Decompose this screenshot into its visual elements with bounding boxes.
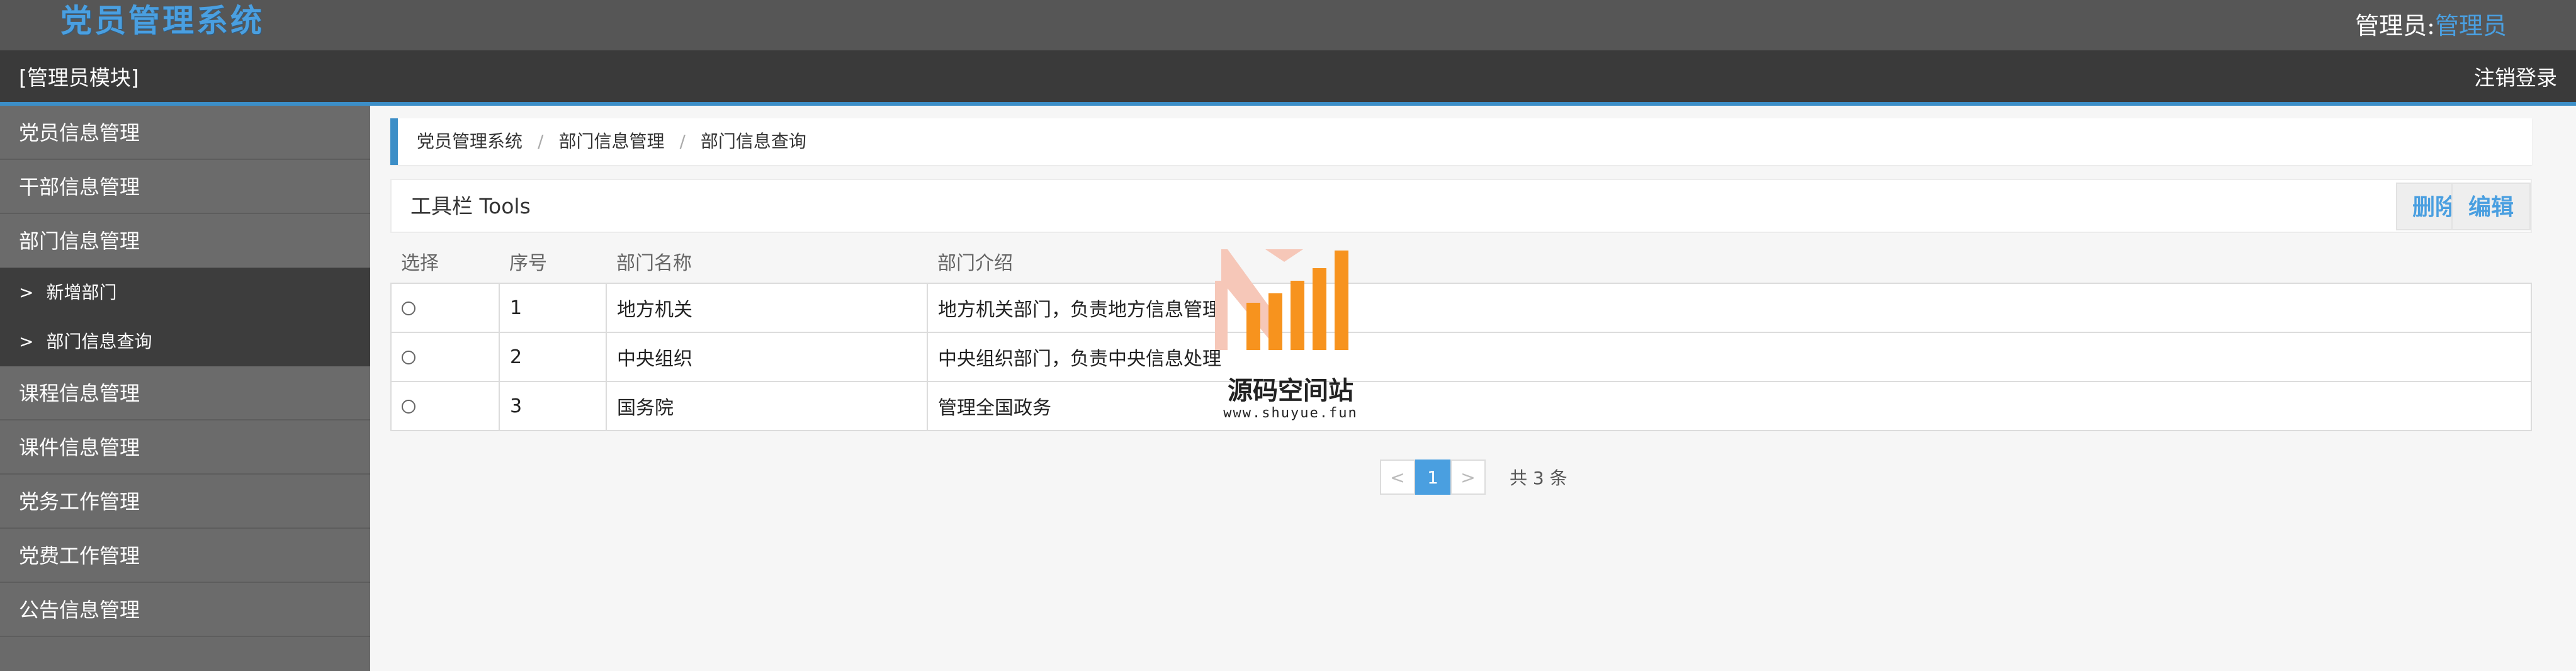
sidebar-item-announcement[interactable]: 公告信息管理 bbox=[0, 583, 370, 637]
app-title: 党员管理系统 bbox=[60, 2, 264, 39]
breadcrumb-item-current: 部门信息查询 bbox=[700, 131, 806, 152]
header-select: 选择 bbox=[391, 239, 499, 283]
admin-label: 管理员: bbox=[2355, 12, 2435, 40]
breadcrumb-item-department[interactable]: 部门信息管理 bbox=[558, 131, 664, 152]
edit-button[interactable]: 编辑 bbox=[2451, 183, 2531, 230]
pagination-prev-button[interactable]: < bbox=[1380, 460, 1415, 495]
header-department-name: 部门名称 bbox=[606, 239, 927, 283]
table-row[interactable]: 2 中央组织 中央组织部门，负责中央信息处理 bbox=[390, 332, 2532, 382]
sidebar-item-cadre[interactable]: 干部信息管理 bbox=[0, 160, 370, 214]
sidebar-item-department[interactable]: 部门信息管理 bbox=[0, 214, 370, 268]
module-bar: [管理员模块] 注销登录 bbox=[0, 50, 2576, 106]
row-radio[interactable] bbox=[402, 351, 415, 364]
table-header-row: 选择 序号 部门名称 部门介绍 bbox=[391, 239, 2531, 283]
select-cell bbox=[390, 381, 500, 431]
breadcrumb: 党员管理系统 / 部门信息管理 / 部门信息查询 bbox=[390, 118, 2532, 165]
select-cell bbox=[390, 332, 500, 382]
sidebar-item-member[interactable]: 党员信息管理 bbox=[0, 106, 370, 160]
admin-name: 管理员 bbox=[2434, 12, 2507, 40]
pagination-page-button[interactable]: 1 bbox=[1415, 460, 1450, 495]
sidebar-subitem-label: 新增部门 bbox=[46, 282, 117, 303]
sidebar-subitem-label: 部门信息查询 bbox=[46, 331, 152, 352]
intro-cell: 地方机关部门，负责地方信息管理 bbox=[927, 283, 2532, 333]
select-cell bbox=[390, 283, 500, 333]
toolbar-title: 工具栏 Tools bbox=[410, 194, 531, 218]
pagination-next-button[interactable]: > bbox=[1450, 460, 1486, 495]
sidebar: 党员信息管理 干部信息管理 部门信息管理 > 新增部门 > 部门信息查询 课程信息管… bbox=[0, 106, 370, 671]
breadcrumb-separator: / bbox=[679, 131, 686, 152]
pagination: < 1 > 共 3 条 bbox=[1380, 460, 1568, 495]
department-table: 选择 序号 部门名称 部门介绍 1 地方机关 地方机关部门，负责地方信息管理 2… bbox=[390, 239, 2532, 431]
sidebar-item-party-affairs[interactable]: 党务工作管理 bbox=[0, 475, 370, 529]
pagination-total: 共 3 条 bbox=[1510, 468, 1568, 488]
breadcrumb-item-home[interactable]: 党员管理系统 bbox=[417, 131, 523, 152]
number-cell: 2 bbox=[499, 332, 607, 382]
name-cell: 国务院 bbox=[606, 381, 928, 431]
table-row[interactable]: 1 地方机关 地方机关部门，负责地方信息管理 bbox=[390, 283, 2532, 333]
intro-cell: 中央组织部门，负责中央信息处理 bbox=[927, 332, 2532, 382]
logout-link[interactable]: 注销登录 bbox=[2474, 50, 2557, 106]
top-header: 党员管理系统 管理员:管理员 bbox=[0, 0, 2576, 50]
table-row[interactable]: 3 国务院 管理全国政务 bbox=[390, 381, 2532, 431]
sidebar-subitem-query-department[interactable]: > 部门信息查询 bbox=[0, 317, 370, 366]
name-cell: 中央组织 bbox=[606, 332, 928, 382]
watermark-url: www.shuyue.fun bbox=[1223, 405, 1358, 421]
header-department-intro: 部门介绍 bbox=[927, 239, 2531, 283]
toolbar: 工具栏 Tools 删除 编辑 bbox=[390, 179, 2532, 233]
chevron-right-icon: > bbox=[19, 331, 34, 352]
sidebar-item-party-fee[interactable]: 党费工作管理 bbox=[0, 529, 370, 583]
header-number: 序号 bbox=[499, 239, 606, 283]
number-cell: 3 bbox=[499, 381, 607, 431]
breadcrumb-separator: / bbox=[538, 131, 544, 152]
row-radio[interactable] bbox=[402, 302, 415, 315]
name-cell: 地方机关 bbox=[606, 283, 928, 333]
sidebar-item-course[interactable]: 课程信息管理 bbox=[0, 366, 370, 420]
admin-info: 管理员:管理员 bbox=[2355, 8, 2507, 44]
watermark-title: 源码空间站 bbox=[1228, 376, 1353, 405]
intro-cell: 管理全国政务 bbox=[927, 381, 2532, 431]
row-radio[interactable] bbox=[402, 400, 415, 414]
sidebar-subitem-add-department[interactable]: > 新增部门 bbox=[0, 268, 370, 317]
sidebar-item-courseware[interactable]: 课件信息管理 bbox=[0, 420, 370, 475]
number-cell: 1 bbox=[499, 283, 607, 333]
module-title: [管理员模块] bbox=[19, 65, 139, 90]
chevron-right-icon: > bbox=[19, 282, 34, 303]
